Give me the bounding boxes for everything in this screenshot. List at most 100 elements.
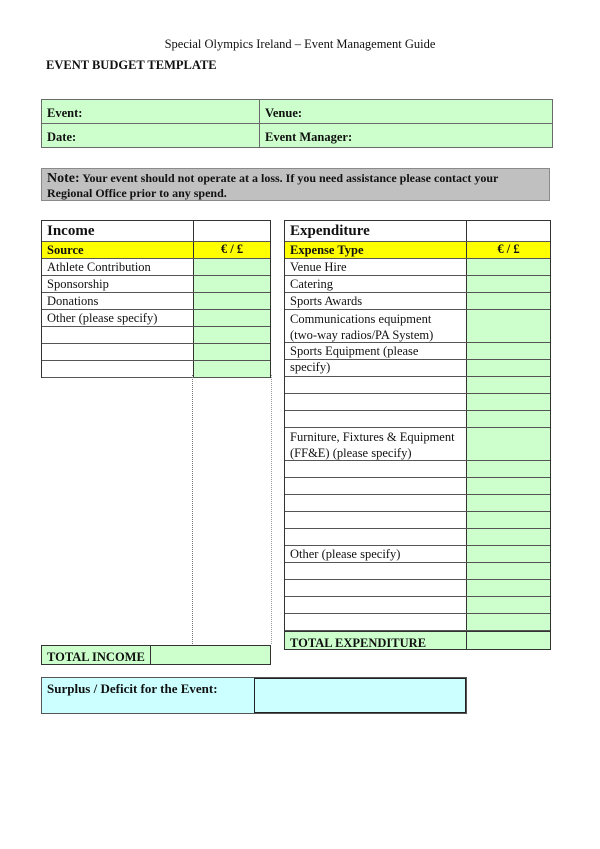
expenditure-row — [285, 580, 550, 597]
expense-amount-cell[interactable] — [467, 293, 550, 309]
total-expenditure-value[interactable] — [467, 632, 550, 649]
income-amount-cell[interactable] — [194, 344, 270, 360]
expense-type-cell[interactable] — [285, 563, 467, 579]
income-total: TOTAL INCOME — [41, 645, 271, 665]
event-info-table: Event: Venue: Date: Event Manager: — [41, 99, 553, 148]
event-field[interactable]: Event: — [42, 100, 260, 123]
event-manager-field[interactable]: Event Manager: — [260, 124, 552, 147]
venue-field[interactable]: Venue: — [260, 100, 552, 123]
expenditure-column-headers: Expense Type € / £ — [285, 242, 550, 259]
income-column-headers: Source € / £ — [42, 242, 270, 259]
expenditure-row — [285, 529, 550, 546]
income-table: Income Source € / £ Athlete Contribution… — [41, 220, 271, 378]
expense-amount-cell[interactable] — [467, 478, 550, 494]
expenditure-row — [285, 495, 550, 512]
expense-amount-cell[interactable] — [467, 546, 550, 562]
note-text: Your event should not operate at a loss.… — [47, 171, 499, 200]
expense-amount-cell[interactable] — [467, 495, 550, 511]
expense-amount-cell[interactable] — [467, 563, 550, 579]
expense-type-cell[interactable] — [285, 461, 467, 477]
expense-amount-cell[interactable] — [467, 580, 550, 596]
expense-type-cell[interactable]: Venue Hire — [285, 259, 467, 275]
expense-amount-cell[interactable] — [467, 360, 550, 376]
date-field[interactable]: Date: — [42, 124, 260, 147]
income-row: Other (please specify) — [42, 310, 270, 327]
income-row — [42, 344, 270, 361]
income-source-cell[interactable] — [42, 361, 194, 377]
expenditure-table: Expenditure Expense Type € / £ Venue Hir… — [284, 220, 551, 650]
info-row-1: Event: Venue: — [42, 100, 552, 123]
income-spacer — [192, 375, 272, 644]
surplus-deficit-box: Surplus / Deficit for the Event: — [41, 677, 467, 714]
expense-amount-cell[interactable] — [467, 276, 550, 292]
income-source-cell[interactable]: Other (please specify) — [42, 310, 194, 326]
expense-type-cell[interactable]: Sports Equipment (please specify) — [285, 343, 467, 374]
expense-type-cell[interactable]: Communications equipment (two-way radios… — [285, 310, 467, 342]
expenditure-row — [285, 461, 550, 478]
info-row-2: Date: Event Manager: — [42, 123, 552, 147]
expenditure-rows: Venue Hire Catering Sports Awards Communica… — [285, 259, 550, 631]
expense-type-cell[interactable] — [285, 360, 467, 376]
income-source-cell[interactable]: Sponsorship — [42, 276, 194, 292]
expenditure-row — [285, 563, 550, 580]
expenditure-total-row: TOTAL EXPENDITURE — [285, 631, 550, 650]
expense-amount-cell[interactable] — [467, 512, 550, 528]
income-source-cell[interactable]: Athlete Contribution — [42, 259, 194, 275]
document-header: Special Olympics Ireland – Event Managem… — [164, 37, 436, 51]
expense-type-cell[interactable] — [285, 377, 467, 393]
income-amount-cell[interactable] — [194, 293, 270, 309]
expense-amount-cell[interactable] — [467, 259, 550, 275]
income-rows: Athlete Contribution Sponsorship Donations… — [42, 259, 270, 378]
expense-type-cell[interactable] — [285, 580, 467, 596]
expense-type-cell[interactable]: Other (please specify) — [285, 546, 467, 562]
income-row: Donations — [42, 293, 270, 310]
expense-amount-cell[interactable] — [467, 411, 550, 427]
expense-amount-cell[interactable] — [467, 394, 550, 410]
expense-type-cell[interactable] — [285, 495, 467, 511]
income-source-cell[interactable]: Donations — [42, 293, 194, 309]
expense-amount-cell[interactable] — [467, 529, 550, 545]
expenditure-row: Communications equipment (two-way radios… — [285, 310, 550, 343]
total-income-value[interactable] — [150, 646, 270, 664]
expenditure-row — [285, 614, 550, 631]
expense-amount-cell[interactable] — [467, 597, 550, 613]
income-source-cell[interactable] — [42, 327, 194, 343]
note-label: Note: — [47, 171, 80, 186]
expense-amount-cell[interactable] — [467, 377, 550, 393]
surplus-value-field[interactable] — [254, 678, 466, 713]
income-amount-cell[interactable] — [194, 310, 270, 326]
expenditure-header-blank — [467, 221, 550, 241]
expense-type-cell[interactable] — [285, 394, 467, 410]
expenditure-header-row: Expenditure — [285, 221, 550, 242]
income-source-cell[interactable] — [42, 344, 194, 360]
expense-type-cell[interactable] — [285, 529, 467, 545]
expense-type-cell[interactable]: Catering — [285, 276, 467, 292]
expense-amount-cell[interactable] — [467, 310, 550, 342]
income-title: Income — [42, 221, 194, 241]
total-income-label: TOTAL INCOME — [42, 646, 151, 664]
expense-type-cell[interactable] — [285, 411, 467, 427]
expense-type-cell[interactable] — [285, 478, 467, 494]
expense-amount-cell[interactable] — [467, 343, 550, 359]
expenditure-row: Sports Equipment (please specify) — [285, 343, 550, 374]
income-amount-cell[interactable] — [194, 327, 270, 343]
expenditure-row — [285, 512, 550, 529]
expense-amount-cell[interactable] — [467, 614, 550, 630]
expense-type-header: Expense Type — [285, 242, 467, 258]
income-total-row: TOTAL INCOME — [42, 646, 270, 664]
income-row: Sponsorship — [42, 276, 270, 293]
expenditure-row: Other (please specify) — [285, 546, 550, 563]
income-header-row: Income — [42, 221, 270, 242]
income-amount-cell[interactable] — [194, 276, 270, 292]
expense-type-cell[interactable] — [285, 512, 467, 528]
expenditure-title: Expenditure — [285, 221, 467, 241]
note-box: Note: Your event should not operate at a… — [41, 168, 550, 201]
expense-amount-cell[interactable] — [467, 461, 550, 477]
expense-amount-cell[interactable] — [467, 428, 550, 460]
expense-type-cell[interactable]: Furniture, Fixtures & Equipment (FF&E) (… — [285, 428, 467, 460]
expense-type-cell[interactable] — [285, 614, 467, 630]
income-amount-header: € / £ — [194, 242, 270, 258]
expense-type-cell[interactable] — [285, 597, 467, 613]
expense-type-cell[interactable]: Sports Awards — [285, 293, 467, 309]
income-amount-cell[interactable] — [194, 259, 270, 275]
